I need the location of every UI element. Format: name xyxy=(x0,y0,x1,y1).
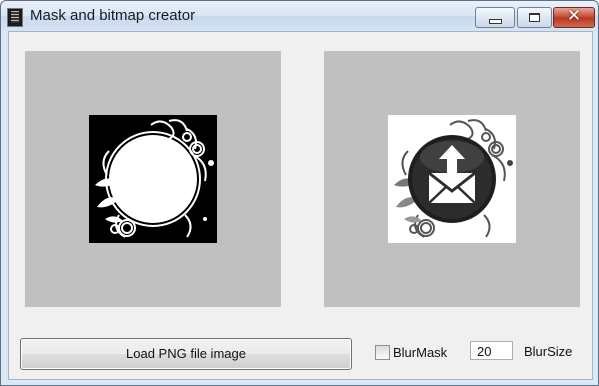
window-title: Mask and bitmap creator xyxy=(30,7,196,24)
client-area: Load PNG file image BlurMask 20 BlurSize xyxy=(8,31,593,380)
blur-size-input[interactable]: 20 xyxy=(470,341,513,360)
blur-mask-checkbox[interactable] xyxy=(375,345,390,360)
load-png-button[interactable]: Load PNG file image xyxy=(20,338,352,370)
bitmap-preview-panel xyxy=(324,51,580,307)
close-icon: ✕ xyxy=(566,6,582,26)
blur-mask-label: BlurMask xyxy=(393,345,448,360)
minimize-icon xyxy=(489,19,502,24)
close-button[interactable]: ✕ xyxy=(553,6,595,28)
mask-preview-panel xyxy=(25,51,281,307)
email-upload-icon xyxy=(388,115,516,243)
title-bar[interactable]: Mask and bitmap creator ✕ xyxy=(1,1,598,31)
app-window: Mask and bitmap creator ✕ Load PNG file … xyxy=(0,0,599,386)
mask-preview-icon xyxy=(89,115,217,243)
maximize-button[interactable] xyxy=(517,7,552,28)
blur-size-label: BlurSize xyxy=(524,344,573,359)
film-icon xyxy=(7,8,23,27)
minimize-button[interactable] xyxy=(475,7,515,28)
maximize-icon xyxy=(529,13,540,22)
